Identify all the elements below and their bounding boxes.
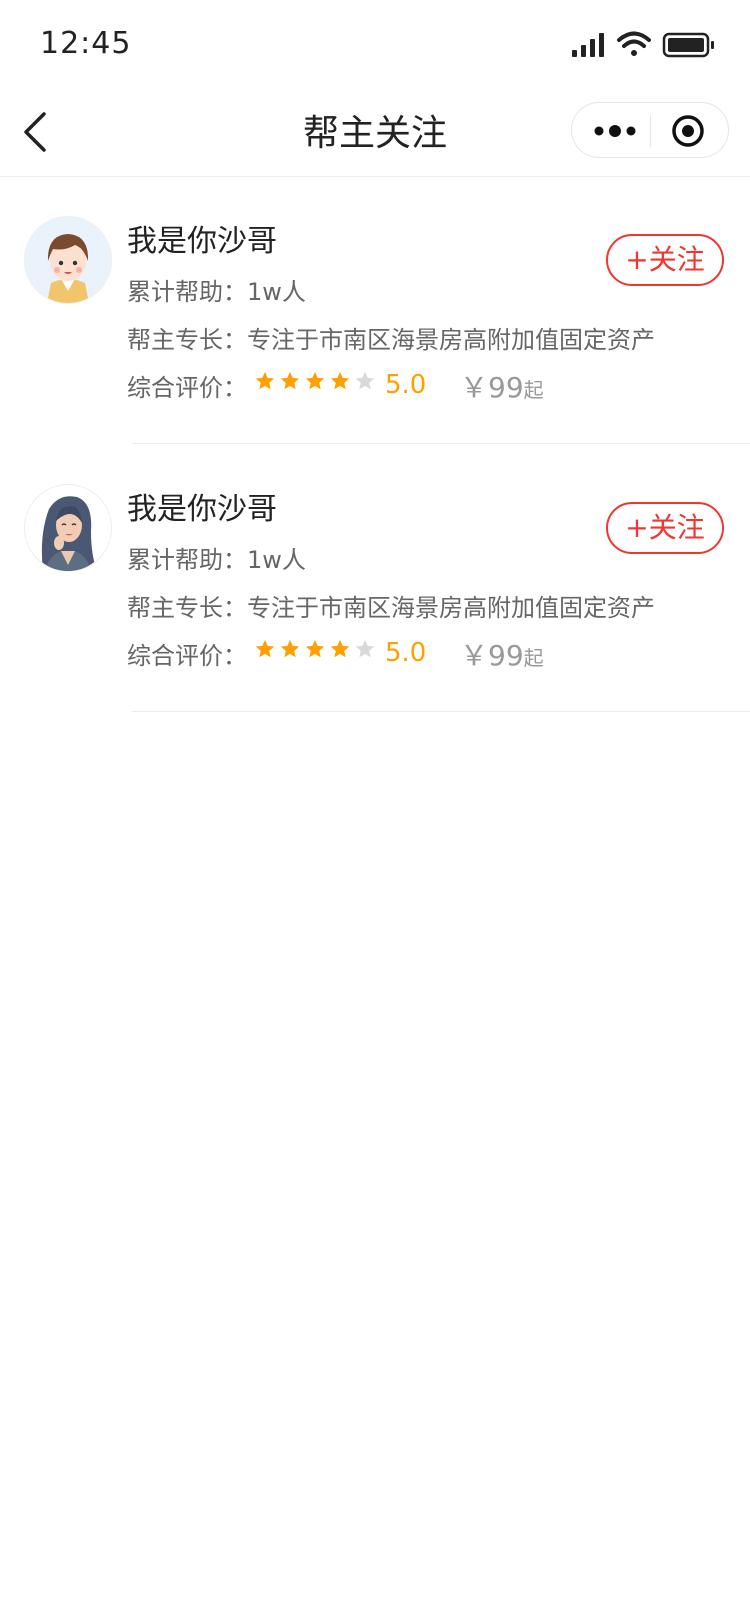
rating-score: 5.0	[385, 370, 427, 400]
more-icon[interactable]	[590, 115, 640, 147]
rating-label: 综合评价：	[127, 374, 247, 402]
help-count-label: 累计帮助：	[127, 278, 247, 306]
specialty-value: 专注于市南区海景房高附加值固定资产	[247, 326, 655, 354]
cartoon-girl-avatar-icon	[25, 217, 111, 303]
help-count-label: 累计帮助：	[127, 546, 247, 574]
status-icons	[572, 31, 714, 58]
battery-icon	[662, 32, 714, 58]
capsule-divider	[650, 115, 651, 147]
avatar[interactable]	[24, 484, 112, 572]
specialty-row: 帮主专长：专注于市南区海景房高附加值固定资产	[127, 588, 655, 623]
wifi-icon	[617, 31, 651, 56]
specialty-row: 帮主专长：专注于市南区海景房高附加值固定资产	[127, 320, 655, 355]
star-rating	[254, 370, 379, 394]
nav-bar: 帮主关注	[0, 88, 750, 177]
star-rating	[254, 638, 379, 662]
follow-button[interactable]: +关注	[606, 234, 724, 286]
help-count-value: 1w人	[247, 546, 306, 574]
star-filled-icon	[305, 371, 325, 390]
price: ￥99起	[460, 366, 544, 406]
specialty-value: 专注于市南区海景房高附加值固定资产	[247, 594, 655, 622]
price: ￥99起	[460, 634, 544, 674]
rating-score: 5.0	[385, 638, 427, 668]
price-value: ￥99	[460, 371, 524, 404]
help-count-row: 累计帮助：1w人	[127, 272, 306, 307]
rating-row: 综合评价： 5.0 ￥99起	[127, 368, 567, 404]
star-filled-icon	[255, 639, 275, 658]
status-bar: 12:45	[0, 0, 750, 88]
helper-name: 我是你沙哥	[127, 492, 277, 527]
list-item[interactable]: 我是你沙哥 累计帮助：1w人 帮主专长：专注于市南区海景房高附加值固定资产 综合…	[0, 176, 750, 444]
specialty-label: 帮主专长：	[127, 326, 247, 354]
status-time: 12:45	[40, 26, 132, 61]
rating-label: 综合评价：	[127, 642, 247, 670]
rating-row: 综合评价： 5.0 ￥99起	[127, 636, 567, 672]
woman-long-hair-avatar-icon	[25, 485, 111, 571]
divider	[132, 711, 750, 712]
star-filled-icon	[330, 639, 350, 658]
helper-name: 我是你沙哥	[127, 224, 277, 259]
star-filled-icon	[305, 639, 325, 658]
star-empty-icon	[355, 639, 375, 658]
close-target-icon[interactable]	[670, 113, 706, 149]
list-item[interactable]: 我是你沙哥 累计帮助：1w人 帮主专长：专注于市南区海景房高附加值固定资产 综合…	[0, 444, 750, 712]
mini-program-capsule	[571, 102, 729, 158]
star-filled-icon	[255, 371, 275, 390]
avatar[interactable]	[24, 216, 112, 304]
followed-list: 我是你沙哥 累计帮助：1w人 帮主专长：专注于市南区海景房高附加值固定资产 综合…	[0, 176, 750, 712]
price-value: ￥99	[460, 639, 524, 672]
star-filled-icon	[330, 371, 350, 390]
price-unit: 起	[523, 646, 544, 670]
signal-icon	[572, 33, 604, 57]
help-count-row: 累计帮助：1w人	[127, 540, 306, 575]
price-unit: 起	[523, 378, 544, 402]
star-filled-icon	[280, 639, 300, 658]
specialty-label: 帮主专长：	[127, 594, 247, 622]
follow-button[interactable]: +关注	[606, 502, 724, 554]
star-filled-icon	[280, 371, 300, 390]
star-empty-icon	[355, 371, 375, 390]
help-count-value: 1w人	[247, 278, 306, 306]
